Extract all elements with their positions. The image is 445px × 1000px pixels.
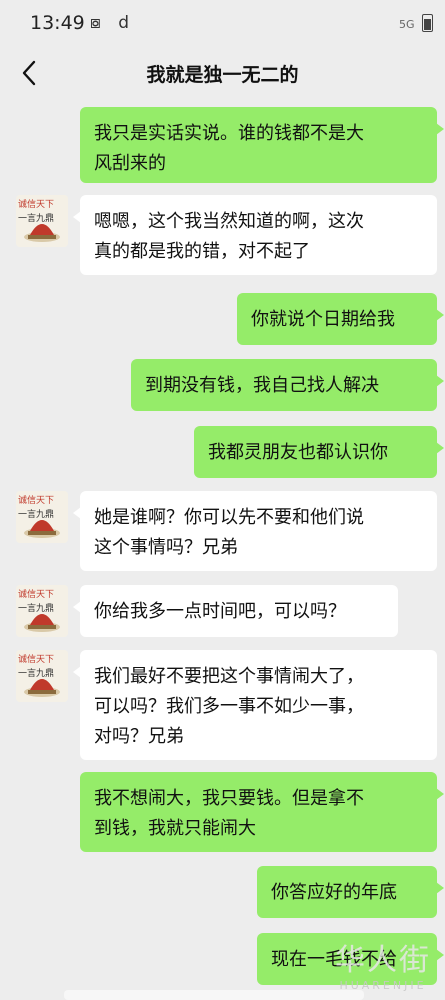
contact-avatar[interactable]: 诚信天下 一言九鼎 [16, 585, 68, 637]
message-bubble-outgoing[interactable]: 到期没有钱，我自己找人解决 [131, 359, 444, 411]
message-line: 嗯嗯，这个我当然知道的啊，这次 [94, 211, 364, 232]
message-line: 你就说个日期给我 [251, 309, 395, 330]
message-line: 我都灵朋友也都认识你 [208, 442, 388, 463]
battery-icon [422, 14, 433, 32]
contact-avatar[interactable]: 诚信天下 一言九鼎 [16, 195, 68, 247]
message-line: 这个事情吗？兄弟 [94, 537, 238, 558]
avatar-text-bottom: 一言九鼎 [18, 669, 55, 679]
chat-title: 我就是独一无二的 [146, 64, 299, 86]
contact-avatar[interactable]: 诚信天下 一言九鼎 [16, 491, 68, 543]
status-time: 13:49 [30, 12, 85, 34]
message-bubble-outgoing[interactable]: 我都灵朋友也都认识你 [194, 426, 444, 478]
avatar-text-bottom: 一言九鼎 [18, 604, 55, 614]
watermark-sub: HUARENJIE [339, 979, 427, 992]
avatar-text-top: 诚信天下 [18, 496, 55, 506]
avatar-text-bottom: 一言九鼎 [18, 510, 55, 520]
avatar-text-bottom: 一言九鼎 [18, 214, 55, 224]
watermark-main: 华人街 [335, 943, 431, 978]
message-line: 我们最好不要把这个事情闹大了， [94, 666, 364, 687]
message-bubble-outgoing[interactable]: 我不想闹大，我只要钱。但是拿不 到钱，我就只能闹大 [80, 772, 444, 852]
signal-indicator: 5G [399, 14, 433, 32]
message-bubble-outgoing[interactable]: 我只是实话实说。谁的钱都不是大 风刮来的 [80, 107, 444, 183]
message-line: 我不想闹大，我只要钱。但是拿不 [94, 788, 364, 809]
message-bubble-outgoing[interactable]: 你就说个日期给我 [237, 293, 444, 345]
message-line: 到期没有钱，我自己找人解决 [145, 375, 379, 396]
input-bar-edge [64, 990, 364, 1000]
message-bubble-incoming[interactable]: 你给我多一点时间吧，可以吗？ [73, 585, 398, 637]
message-line: 到钱，我就只能闹大 [94, 818, 256, 839]
avatar-text-top: 诚信天下 [18, 590, 55, 600]
message-line: 她是谁啊？你可以先不要和他们说 [94, 507, 364, 528]
notification-icons: ⧇ d [90, 13, 136, 33]
message-bubble-incoming[interactable]: 我们最好不要把这个事情闹大了， 可以吗？我们多一事不如少一事， 对吗？兄弟 [73, 650, 437, 760]
message-line: 风刮来的 [94, 153, 166, 174]
message-line: 我只是实话实说。谁的钱都不是大 [94, 123, 364, 144]
message-bubble-incoming[interactable]: 她是谁啊？你可以先不要和他们说 这个事情吗？兄弟 [73, 491, 437, 571]
message-line: 你答应好的年底 [271, 882, 397, 903]
message-bubble-outgoing[interactable]: 你答应好的年底 [257, 866, 444, 918]
message-line: 真的都是我的错，对不起了 [94, 241, 310, 262]
signal-text: 5G [398, 18, 415, 31]
message-bubble-incoming[interactable]: 嗯嗯，这个我当然知道的啊，这次 真的都是我的错，对不起了 [73, 195, 437, 275]
contact-avatar[interactable]: 诚信天下 一言九鼎 [16, 650, 68, 702]
watermark: 华人街 HUARENJIE [335, 935, 431, 992]
chat-header: 我就是独一无二的 [0, 46, 445, 102]
message-line: 可以吗？我们多一事不如少一事， [94, 696, 364, 717]
status-bar: 13:49 ⧇ d 5G [0, 0, 445, 46]
avatar-text-top: 诚信天下 [18, 200, 55, 210]
message-line: 你给我多一点时间吧，可以吗？ [94, 601, 346, 622]
avatar-text-top: 诚信天下 [18, 655, 55, 665]
message-line: 对吗？兄弟 [94, 726, 184, 747]
